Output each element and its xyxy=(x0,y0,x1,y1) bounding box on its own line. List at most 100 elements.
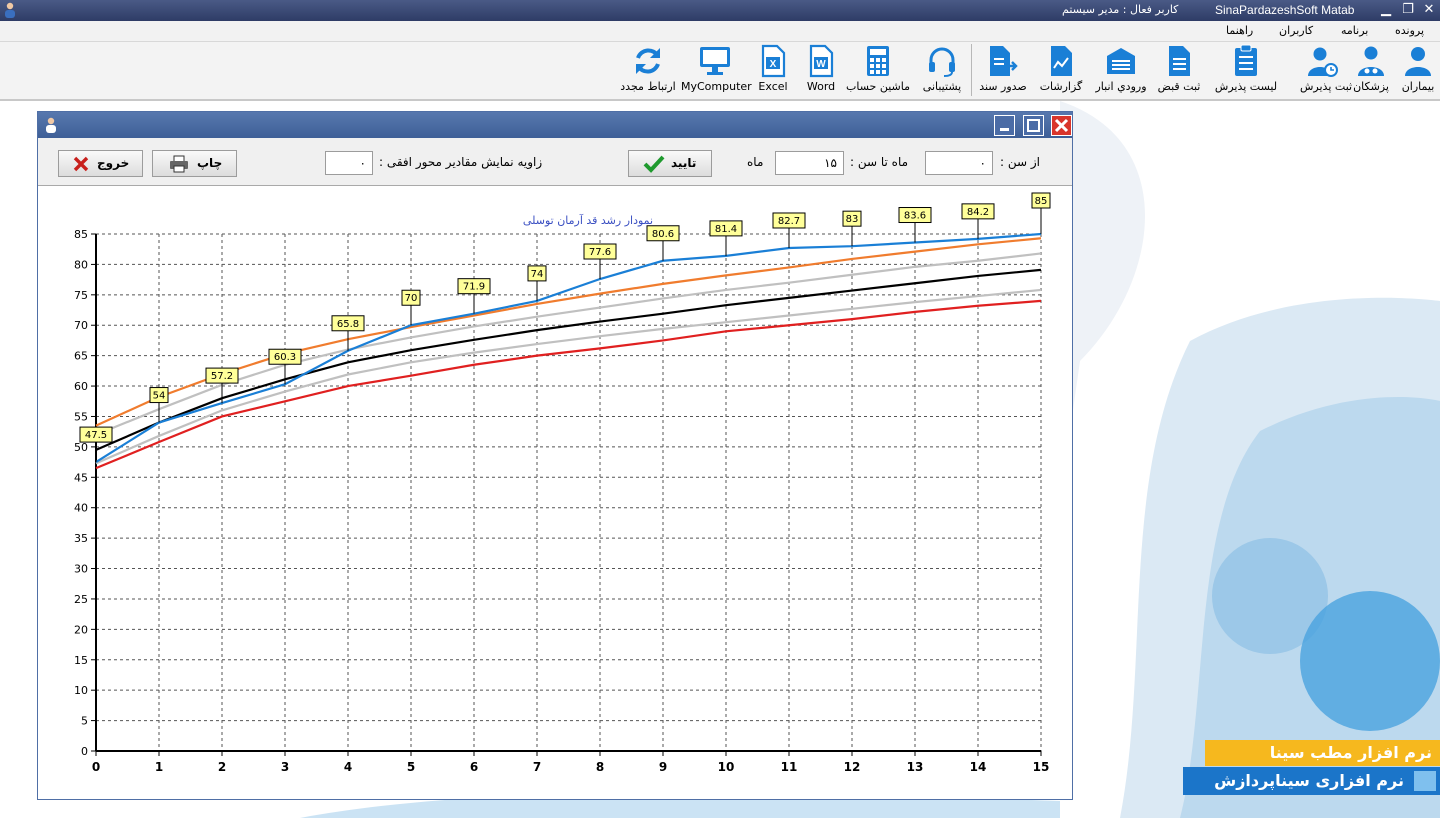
data-label: 71.9 xyxy=(463,282,485,293)
x-tick-label: 14 xyxy=(970,760,987,774)
brand-logo-icon xyxy=(1414,771,1436,791)
issue-document-button[interactable]: صدور سند xyxy=(976,44,1030,98)
main-toolbar: بیماران پزشکان ثبت پذیرش لیست پذیرش ثبت … xyxy=(0,42,1440,101)
x-tick-label: 7 xyxy=(533,760,541,774)
app-titlebar: کاربر فعال : مدیر سیستم SinaPardazeshSof… xyxy=(0,0,1440,21)
x-tick-label: 8 xyxy=(596,760,604,774)
print-button[interactable]: چاپ xyxy=(152,150,237,177)
menu-help[interactable]: راهنما xyxy=(1226,24,1253,37)
from-age-label: از سن : xyxy=(1000,155,1040,169)
headset-icon xyxy=(929,47,955,77)
active-user-label: کاربر فعال : مدیر سیستم xyxy=(1062,3,1179,16)
brand-line-2: نرم افزاری سیناپردازش xyxy=(1214,771,1404,790)
x-tick-label: 10 xyxy=(718,760,735,774)
series-line-2 xyxy=(95,268,1042,451)
warehouse-entry-button[interactable]: ورودي انبار xyxy=(1094,44,1148,98)
patients-button[interactable]: بیماران xyxy=(1398,44,1438,98)
x-tick-label: 9 xyxy=(659,760,667,774)
y-tick-label: 85 xyxy=(74,228,88,241)
monitor-icon xyxy=(700,47,730,75)
growth-chart-window: از سن : ۰ ماه تا سن : ۱۵ ماه تایید زاویه… xyxy=(37,111,1073,800)
data-label: 80.6 xyxy=(652,229,674,240)
y-tick-label: 5 xyxy=(81,715,88,728)
growth-chart: 0 1 2 3 4 5 6 7 8 9 10 11 12 13 14 15051015202530354045… xyxy=(74,192,1051,774)
menu-file[interactable]: پرونده xyxy=(1395,24,1424,37)
excel-button[interactable]: X Excel xyxy=(755,44,791,98)
x-tick-label: 5 xyxy=(407,760,415,774)
window-maximize-button[interactable] xyxy=(1023,115,1044,136)
data-label: 82.7 xyxy=(778,216,800,227)
reports-button[interactable]: گزارشات xyxy=(1038,44,1084,98)
y-tick-label: 30 xyxy=(74,563,88,576)
doctor-icon xyxy=(46,117,56,133)
mycomputer-button[interactable]: MyComputer xyxy=(681,44,752,98)
menu-users[interactable]: کاربران xyxy=(1279,24,1313,37)
y-tick-label: 0 xyxy=(81,745,88,758)
axis-angle-input[interactable]: ۰ xyxy=(325,151,373,175)
x-tick-label: 1 xyxy=(155,760,163,774)
toolbar-separator xyxy=(971,44,972,96)
user-clock-icon xyxy=(1308,47,1338,77)
data-label: 65.8 xyxy=(337,319,359,330)
warehouse-icon xyxy=(1107,48,1135,74)
confirm-button[interactable]: تایید xyxy=(628,150,712,177)
refresh-icon xyxy=(636,48,660,74)
printer-icon xyxy=(170,155,188,173)
menu-bar: پرونده برنامه کاربران راهنما xyxy=(0,21,1440,42)
excel-file-icon: X xyxy=(761,44,786,78)
close-button[interactable]: ✕ xyxy=(1419,1,1439,19)
to-age-input[interactable]: ۱۵ xyxy=(775,151,844,175)
checkmark-icon xyxy=(643,155,665,173)
support-button[interactable]: پشتیبانی xyxy=(918,44,966,98)
menu-program[interactable]: برنامه xyxy=(1341,24,1368,37)
register-admission-button[interactable]: ثبت پذیرش xyxy=(1300,44,1352,98)
window-close-button[interactable] xyxy=(1051,115,1072,136)
user-icon xyxy=(1405,47,1431,76)
word-button[interactable]: W Word xyxy=(801,44,841,98)
calculator-icon xyxy=(867,46,889,76)
data-label: 83 xyxy=(846,214,859,225)
data-label: 81.4 xyxy=(715,224,737,235)
doctors-button[interactable]: پزشکان xyxy=(1351,44,1391,98)
x-tick-label: 2 xyxy=(218,760,226,774)
x-tick-label: 12 xyxy=(844,760,861,774)
calculator-button[interactable]: ماشین حساب xyxy=(845,44,911,98)
report-icon xyxy=(1051,46,1072,76)
axis-angle-label: زاویه نمایش مقادیر محور افقی : xyxy=(379,155,543,169)
restore-button[interactable]: ❐ xyxy=(1398,1,1418,19)
window-titlebar xyxy=(38,112,1072,138)
svg-text:X: X xyxy=(770,59,777,70)
window-minimize-button[interactable] xyxy=(994,115,1015,136)
y-tick-label: 35 xyxy=(74,532,88,545)
y-tick-label: 55 xyxy=(74,410,88,423)
svg-text:W: W xyxy=(816,59,826,70)
chart-title: نمودار رشد قد آرمان توسلی xyxy=(523,213,653,227)
x-tick-label: 6 xyxy=(470,760,478,774)
data-label: 54 xyxy=(153,391,166,402)
minimize-icon xyxy=(1000,128,1009,131)
chart-controls: از سن : ۰ ماه تا سن : ۱۵ ماه تایید زاویه… xyxy=(38,139,1072,186)
exit-button[interactable]: خروج xyxy=(58,150,143,177)
data-label: 74 xyxy=(531,269,544,280)
reconnect-button[interactable]: ارتباط مجدد xyxy=(620,44,676,98)
data-label: 83.6 xyxy=(904,211,926,222)
y-tick-label: 65 xyxy=(74,350,88,363)
doctor-icon xyxy=(1358,46,1384,76)
x-tick-label: 15 xyxy=(1033,760,1050,774)
y-tick-label: 45 xyxy=(74,471,88,484)
minimize-button[interactable]: ▁ xyxy=(1376,1,1396,19)
from-age-input[interactable]: ۰ xyxy=(925,151,993,175)
register-receipt-button[interactable]: ثبت قبض xyxy=(1156,44,1202,98)
chart-area: 0 1 2 3 4 5 6 7 8 9 10 11 12 13 14 15 0 5 10 15 20 25 30 35 40 45… xyxy=(38,186,1072,799)
admission-list-button[interactable]: لیست پذیرش xyxy=(1214,44,1278,98)
y-tick-label: 75 xyxy=(74,289,88,302)
x-tick-label: 4 xyxy=(344,760,352,774)
y-tick-label: 40 xyxy=(74,502,88,515)
document-export-icon xyxy=(990,46,1018,76)
y-tick-label: 80 xyxy=(74,258,88,271)
data-label: 85 xyxy=(1035,196,1048,207)
maximize-icon xyxy=(1027,119,1040,132)
to-age-label: ماه تا سن : xyxy=(850,155,909,169)
data-label: 70 xyxy=(405,293,418,304)
word-file-icon: W xyxy=(809,44,834,78)
